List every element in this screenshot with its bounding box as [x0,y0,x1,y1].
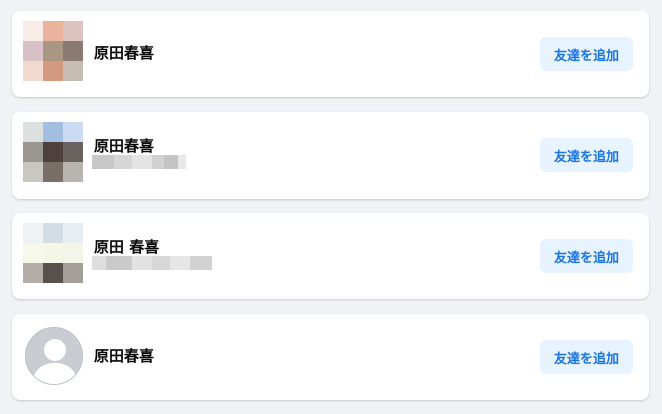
avatar-mosaic-cell [43,263,63,283]
avatar-mosaic-cell [43,61,63,81]
friend-suggestion-card[interactable]: 原田 春喜 友達を追加 [12,213,649,299]
avatar-mosaic-cell [63,61,83,81]
avatar-mosaic-cell [43,243,63,263]
profile-avatar[interactable] [23,223,83,283]
add-friend-button[interactable]: 友達を追加 [540,340,633,374]
profile-avatar[interactable] [23,122,83,182]
avatar-mosaic-cell [43,122,63,142]
default-profile-icon[interactable] [25,327,83,385]
avatar-mosaic-cell [23,61,43,81]
avatar-mosaic-cell [43,223,63,243]
avatar-mosaic-cell [63,243,83,263]
profile-name[interactable]: 原田春喜 [94,345,154,366]
avatar-mosaic-cell [63,41,83,61]
avatar-mosaic-cell [63,122,83,142]
avatar-mosaic-cell [63,162,83,182]
profile-name[interactable]: 原田春喜 [94,42,154,63]
avatar-mosaic-cell [23,142,43,162]
avatar-mosaic-cell [63,223,83,243]
add-friend-button[interactable]: 友達を追加 [540,239,633,273]
friend-suggestions-list: 原田春喜 友達を追加 原田春喜 友達を追加 原田 春喜 友達を追加 原田春喜 友… [0,0,662,414]
avatar-mosaic-cell [63,21,83,41]
blurred-subtitle [92,155,186,169]
avatar-mosaic-cell [23,162,43,182]
friend-suggestion-card[interactable]: 原田春喜 友達を追加 [12,314,649,400]
add-friend-button[interactable]: 友達を追加 [540,138,633,172]
avatar-mosaic-cell [23,122,43,142]
friend-suggestion-card[interactable]: 原田春喜 友達を追加 [12,112,649,199]
avatar-mosaic-cell [23,223,43,243]
avatar-mosaic-cell [23,263,43,283]
avatar-mosaic-cell [23,41,43,61]
profile-name[interactable]: 原田 春喜 [94,236,159,257]
avatar-mosaic-cell [63,142,83,162]
friend-suggestion-card[interactable]: 原田春喜 友達を追加 [12,11,649,97]
avatar-mosaic-cell [43,21,63,41]
avatar-mosaic-cell [43,142,63,162]
blurred-subtitle [92,256,212,270]
avatar-mosaic-cell [63,263,83,283]
avatar-mosaic-cell [23,21,43,41]
avatar-mosaic-cell [43,41,63,61]
profile-avatar[interactable] [23,21,83,81]
avatar-mosaic-cell [43,162,63,182]
avatar-mosaic-cell [23,243,43,263]
profile-name[interactable]: 原田春喜 [94,135,154,156]
add-friend-button[interactable]: 友達を追加 [540,37,633,71]
